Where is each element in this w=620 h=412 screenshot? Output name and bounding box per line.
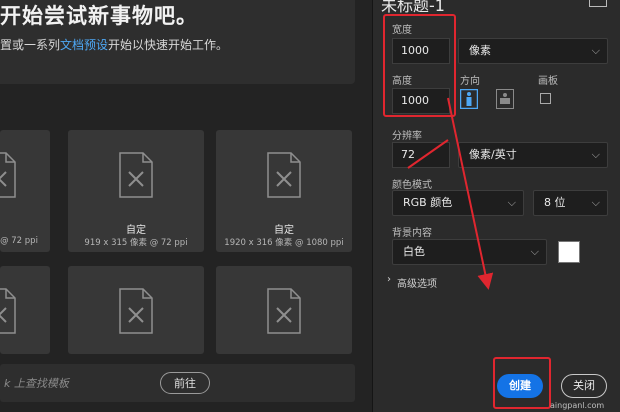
resolution-unit-value: 像素/英寸 [469,148,517,161]
resolution-unit-select[interactable]: 像素/英寸 ⌵ [458,142,608,168]
go-button[interactable]: 前往 [160,372,210,394]
color-mode-label: 颜色模式 [392,180,432,191]
chevron-right-icon[interactable]: › [387,274,391,285]
preset-card-name: 自定 [274,225,294,236]
document-icon [267,288,301,334]
chevron-down-icon: ⌵ [591,148,600,161]
bit-depth-select[interactable]: 8 位 ⌵ [533,190,608,216]
preset-card-3[interactable]: 自定 1920 x 316 像素 @ 1080 ppi [216,130,352,252]
preset-card-5[interactable] [68,266,204,354]
preset-card-dims: @ 72 ppi [0,236,38,246]
create-button-highlight [493,357,551,409]
preset-card-dims: 919 x 315 像素 @ 72 ppi [84,238,188,248]
resolution-label: 分辨率 [392,131,422,142]
preset-card-name: 自定 [126,225,146,236]
welcome-banner: 开始尝试新事物吧。 置或一系列文档预设开始以快速开始工作。 [0,0,355,84]
close-button[interactable]: 关闭 [561,374,607,398]
width-unit-value: 像素 [469,44,491,57]
background-color-swatch[interactable] [558,241,580,263]
save-preset-icon[interactable] [589,0,607,7]
portrait-orientation-icon[interactable] [460,89,478,109]
chevron-down-icon: ⌵ [507,196,516,209]
chevron-down-icon: ⌵ [591,196,600,209]
preset-card-2[interactable]: 自定 919 x 315 像素 @ 72 ppi [68,130,204,252]
orientation-label: 方向 [460,76,480,87]
bit-depth-value: 8 位 [544,196,566,209]
background-label: 背景内容 [392,228,432,239]
color-mode-select[interactable]: RGB 颜色 ⌵ [392,190,524,216]
welcome-sub-prefix: 置或一系列 [0,38,61,52]
preset-panel: 开始尝试新事物吧。 置或一系列文档预设开始以快速开始工作。 @ 72 ppi 自… [0,0,372,412]
resolution-input[interactable]: 72 [392,142,450,168]
document-icon [119,288,153,334]
document-icon [0,152,16,198]
landscape-orientation-icon[interactable] [496,89,514,109]
artboard-checkbox[interactable] [540,93,551,104]
watermark: aingpanl.com [550,401,605,410]
document-icon [267,152,301,198]
chevron-down-icon: ⌵ [591,44,600,57]
preset-card-6[interactable] [216,266,352,354]
preset-card-4[interactable] [0,266,50,354]
color-mode-value: RGB 颜色 [403,196,453,209]
welcome-sub-suffix: 开始以快速开始工作。 [108,38,229,52]
document-presets-link[interactable]: 文档预设 [60,38,108,52]
preset-details-panel: 未标题-1 宽度 1000 像素 ⌵ 高度 方向 画板 1000 分辨率 72 像… [372,0,620,412]
width-unit-select[interactable]: 像素 ⌵ [458,38,608,64]
document-icon [0,288,16,334]
background-value: 白色 [403,245,425,258]
preset-card-dims: 1920 x 316 像素 @ 1080 ppi [224,238,344,248]
template-search-input[interactable]: k 上查找模板 [4,375,69,391]
preset-card-1[interactable]: @ 72 ppi [0,130,50,252]
welcome-subtitle: 置或一系列文档预设开始以快速开始工作。 [0,36,228,53]
artboard-label: 画板 [538,76,558,87]
background-select[interactable]: 白色 ⌵ [392,239,547,265]
document-icon [119,152,153,198]
width-height-highlight [383,14,456,117]
advanced-options-toggle[interactable]: 高级选项 [397,275,437,290]
welcome-title: 开始尝试新事物吧。 [0,4,198,28]
chevron-down-icon: ⌵ [530,245,539,258]
